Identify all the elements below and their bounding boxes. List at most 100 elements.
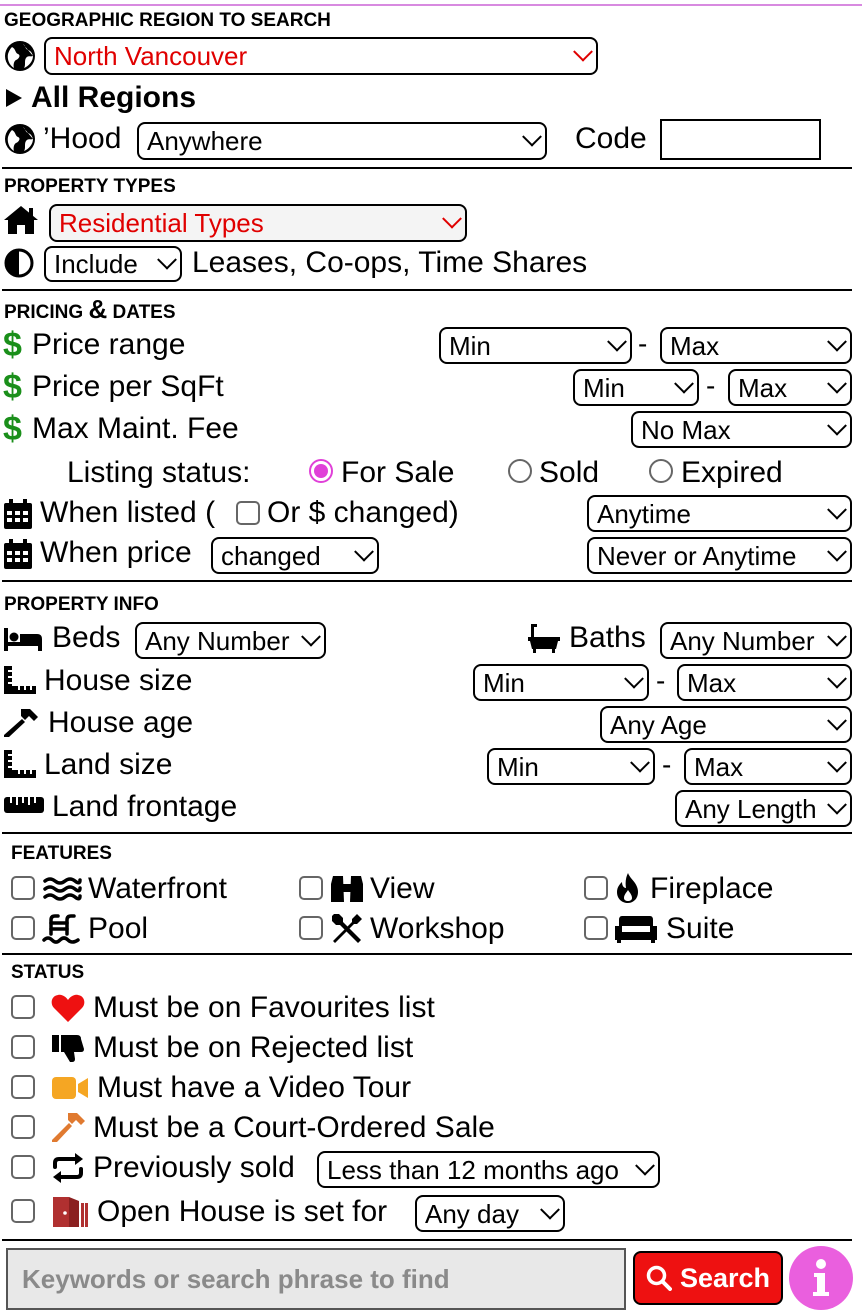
fireplace-checkbox[interactable] [584, 876, 608, 900]
ruler-corner-icon [4, 750, 36, 778]
previously-sold-select[interactable]: Less than 12 months ago [317, 1151, 660, 1188]
when-price-label: When price [40, 536, 192, 569]
listing-status-label: Listing status: [67, 456, 251, 489]
when-listed-select[interactable]: Anytime [587, 495, 852, 532]
half-circle-icon [4, 248, 34, 278]
land-frontage-select[interactable]: Any Length [675, 790, 852, 827]
code-input[interactable] [660, 119, 821, 160]
region-select[interactable]: North Vancouver [44, 37, 598, 75]
land-frontage-value: Any Length [685, 793, 817, 824]
calendar-icon [4, 539, 32, 569]
chevron-down-icon [630, 752, 650, 773]
keywords-input[interactable]: Keywords or search phrase to find [6, 1248, 626, 1310]
pool-checkbox[interactable] [11, 916, 35, 940]
baths-value: Any Number [670, 625, 815, 656]
sqft-min-select[interactable]: Min [573, 369, 699, 406]
land-size-label: Land size [44, 748, 173, 781]
view-checkbox[interactable] [299, 876, 323, 900]
or-price-changed-checkbox[interactable] [236, 501, 260, 525]
sofa-icon [615, 916, 657, 943]
house-age-value: Any Age [610, 709, 707, 740]
house-age-select[interactable]: Any Age [600, 706, 852, 743]
heart-icon [51, 994, 85, 1022]
status-expired-radio[interactable] [649, 459, 673, 483]
region-section-title: GEOGRAPHIC REGION TO SEARCH [4, 10, 331, 31]
land-size-max-select[interactable]: Max [684, 748, 852, 785]
price-max-select[interactable]: Max [660, 327, 852, 364]
status-sold-radio[interactable] [508, 459, 532, 483]
chevron-down-icon [301, 626, 321, 647]
rejected-checkbox[interactable] [11, 1035, 35, 1059]
range-dash: - [656, 665, 666, 696]
property-types-select-value: Residential Types [59, 208, 264, 238]
house-size-min-value: Min [483, 667, 525, 698]
beds-label: Beds [52, 621, 121, 654]
pool-icon [42, 914, 80, 944]
maint-fee-value: No Max [641, 414, 731, 445]
status-sold-label[interactable]: Sold [539, 458, 599, 488]
land-size-min-select[interactable]: Min [487, 748, 655, 785]
court-ordered-checkbox[interactable] [11, 1115, 35, 1139]
chevron-down-icon [674, 373, 694, 394]
open-house-value: Any day [425, 1198, 519, 1229]
previously-sold-checkbox[interactable] [11, 1155, 35, 1179]
pricing-title-a: PRICING [4, 302, 84, 323]
house-size-min-select[interactable]: Min [473, 664, 649, 701]
status-expired-label[interactable]: Expired [681, 458, 783, 488]
property-types-select[interactable]: Residential Types [49, 204, 467, 242]
house-size-label: House size [44, 664, 193, 697]
chevron-down-icon [827, 499, 847, 520]
beds-select[interactable]: Any Number [135, 622, 326, 659]
include-select[interactable]: Include [44, 246, 182, 282]
price-when-select[interactable]: Never or Anytime [587, 537, 852, 574]
chevron-down-icon [522, 126, 542, 147]
search-button[interactable]: Search [633, 1251, 783, 1305]
status-for-sale-radio[interactable] [309, 459, 333, 483]
previously-sold-value: Less than 12 months ago [327, 1154, 619, 1185]
status-for-sale-label[interactable]: For Sale [341, 458, 454, 488]
price-changed-value: changed [221, 540, 321, 571]
chevron-down-icon [827, 331, 847, 352]
sqft-max-select[interactable]: Max [728, 369, 852, 406]
price-range-label: Price range [32, 328, 186, 361]
info-button[interactable] [789, 1246, 853, 1310]
fire-icon [617, 873, 638, 903]
price-min-select[interactable]: Min [439, 327, 632, 364]
workshop-checkbox[interactable] [299, 916, 323, 940]
waterfront-label: Waterfront [88, 872, 227, 905]
price-changed-select[interactable]: changed [211, 537, 379, 574]
divider [2, 832, 852, 834]
open-house-select[interactable]: Any day [415, 1195, 565, 1232]
court-ordered-label: Must be a Court-Ordered Sale [93, 1111, 495, 1144]
hood-select[interactable]: Anywhere [137, 122, 547, 160]
divider [2, 580, 852, 582]
search-icon [646, 1265, 672, 1291]
all-regions-toggle[interactable]: All Regions [31, 83, 196, 113]
baths-select[interactable]: Any Number [660, 622, 852, 659]
chevron-down-icon [827, 710, 847, 731]
price-sqft-label: Price per SqFt [32, 370, 224, 403]
features-section-title: FEATURES [11, 843, 112, 864]
waterfront-checkbox[interactable] [11, 876, 35, 900]
video-tour-checkbox[interactable] [11, 1075, 35, 1099]
suite-checkbox[interactable] [584, 916, 608, 940]
maint-fee-select[interactable]: No Max [631, 411, 852, 448]
view-label: View [370, 872, 435, 905]
house-age-label: House age [48, 706, 194, 739]
include-label: Leases, Co-ops, Time Shares [192, 246, 588, 279]
region-select-value: North Vancouver [54, 41, 248, 71]
land-size-max-value: Max [694, 751, 744, 782]
favourites-checkbox[interactable] [11, 995, 35, 1019]
open-house-label: Open House is set for [97, 1195, 388, 1228]
range-dash: - [662, 749, 672, 780]
door-icon [53, 1197, 88, 1227]
open-house-checkbox[interactable] [11, 1199, 35, 1223]
divider [2, 167, 852, 169]
hammer-icon [4, 709, 38, 737]
pricing-section-title: PRICING & DATES [4, 294, 176, 325]
house-size-max-select[interactable]: Max [677, 664, 852, 701]
code-label: Code [575, 122, 647, 155]
divider [2, 1239, 852, 1241]
chevron-down-icon [635, 1155, 655, 1176]
triangle-right-icon[interactable] [4, 87, 24, 109]
